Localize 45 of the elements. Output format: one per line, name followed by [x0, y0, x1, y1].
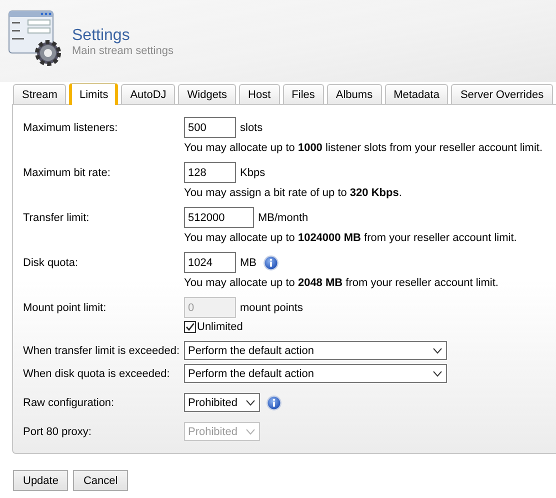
chevron-down-icon [246, 428, 255, 434]
tab[interactable]: Stream [13, 84, 66, 104]
unit-label: mount points [240, 302, 303, 314]
checkbox-label: Unlimited [197, 320, 243, 332]
tab[interactable]: Albums [326, 84, 382, 104]
limit-note: You may allocate up to 1000 listener slots from your reseller account limit. [184, 141, 544, 156]
number-field[interactable]: 500 [184, 117, 236, 138]
field-label: Disk quota: [23, 256, 80, 268]
unit-label: Kbps [240, 166, 266, 178]
form-button[interactable]: Cancel [73, 470, 128, 491]
dropdown[interactable]: Perform the default action [184, 341, 447, 360]
dropdown[interactable]: Perform the default action [184, 364, 447, 383]
field-label: Transfer limit: [23, 212, 90, 224]
limit-note: You may allocate up to 1024000 MB from your reseller account limit. [184, 231, 518, 246]
tab[interactable]: Files [282, 84, 324, 104]
unit-label: MB/month [258, 212, 308, 224]
form-button[interactable]: Update [13, 470, 68, 491]
field-label: When transfer limit is exceeded: [23, 344, 181, 356]
info-icon[interactable] [262, 254, 278, 270]
chevron-down-icon [246, 400, 255, 406]
page-title: Settings [72, 27, 131, 45]
chevron-down-icon [433, 348, 442, 354]
limit-note: You may allocate up to 2048 MB from your reseller account limit. [184, 276, 500, 291]
tab[interactable]: Widgets [178, 84, 236, 104]
tab[interactable]: Metadata [384, 84, 448, 104]
field-label: When disk quota is exceeded: [23, 368, 171, 380]
info-icon[interactable] [266, 394, 282, 410]
field-label: Mount point limit: [23, 302, 108, 314]
field-label: Maximum bit rate: [23, 166, 112, 178]
number-field[interactable]: 128 [184, 162, 236, 183]
tab[interactable]: AutoDJ [121, 84, 176, 104]
field-label: Raw configuration: [23, 396, 116, 408]
tab[interactable]: Limits [69, 83, 118, 105]
limit-note: You may assign a bit rate of up to 320 Kbps. [184, 186, 403, 201]
unit-label: MB [240, 256, 256, 268]
unit-label: slots [240, 122, 263, 134]
field-label: Maximum listeners: [23, 122, 119, 134]
page-subtitle: Main stream settings [72, 45, 174, 57]
number-field[interactable]: 512000 [184, 207, 254, 228]
tab[interactable]: Host [239, 84, 280, 104]
dropdown[interactable]: Prohibited [184, 393, 260, 412]
number-field[interactable]: 1024 [184, 252, 236, 273]
chevron-down-icon [433, 370, 442, 376]
field-label: Port 80 proxy: [23, 426, 92, 438]
tab[interactable]: Server Overrides [451, 84, 553, 104]
